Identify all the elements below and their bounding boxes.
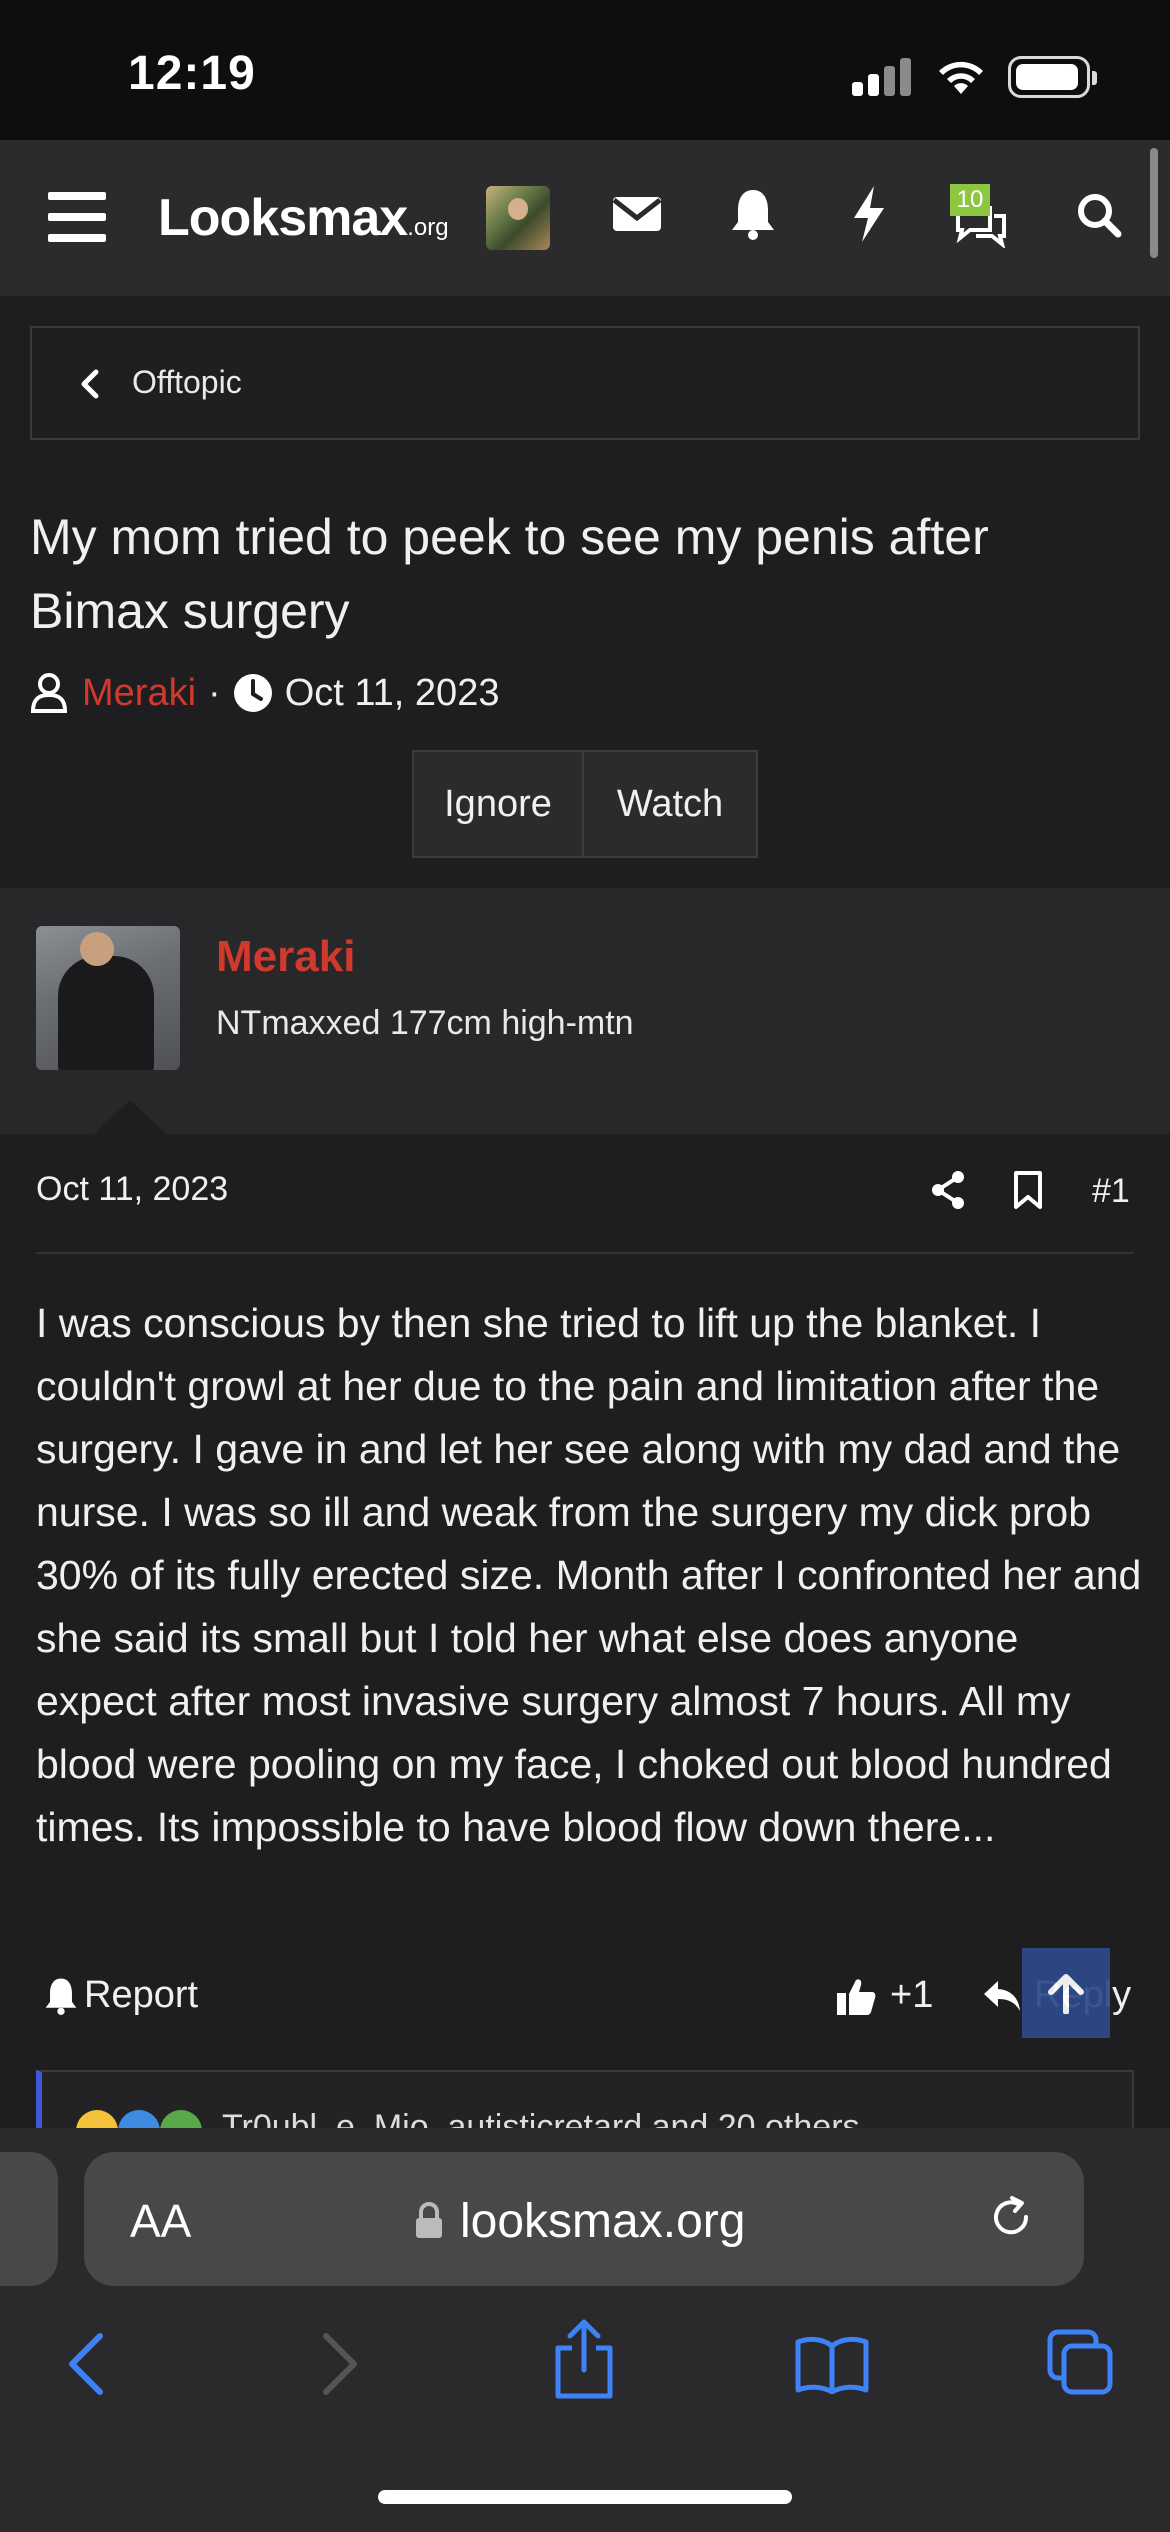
thumbs-up-icon [837, 1978, 876, 2015]
report-label: Report [84, 1974, 199, 2016]
scroll-to-top-button[interactable] [1022, 1948, 1110, 2038]
chevron-left-icon [81, 369, 99, 399]
post-divider [36, 1252, 1134, 1254]
post-user-block: Meraki NTmaxxed 177cm high-mtn [0, 888, 1170, 1134]
tabs-icon[interactable] [1046, 2328, 1114, 2396]
arrow-up-icon [1048, 1974, 1084, 2014]
browser-bottom-bar: AA looksmax.org [0, 2128, 1170, 2532]
post-username[interactable]: Meraki [216, 932, 355, 982]
thread-meta: Meraki · Oct 11, 2023 [30, 668, 499, 718]
share-icon[interactable] [552, 2318, 616, 2400]
conversations-badge: 10 [950, 184, 990, 216]
logo-main: Looksmax [158, 189, 408, 247]
breadcrumb[interactable]: Offtopic [30, 326, 1140, 440]
clock-icon [233, 674, 272, 712]
post-body: I was conscious by then she tried to lif… [36, 1300, 1142, 1850]
thread-author-link[interactable]: Meraki [82, 672, 196, 715]
cellular-signal-icon [852, 58, 914, 96]
meta-separator: · [208, 671, 221, 714]
thread-title: My mom tried to peek to see my penis aft… [30, 509, 989, 639]
menu-icon[interactable] [48, 192, 106, 242]
thread-actions: Ignore Watch [412, 750, 758, 858]
share-icon[interactable] [930, 1170, 966, 1210]
thread-date[interactable]: Oct 11, 2023 [285, 672, 500, 715]
user-block-pointer [94, 1100, 166, 1134]
bookmark-icon[interactable] [1012, 1170, 1044, 1210]
reply-icon [984, 1980, 1020, 2011]
battery-icon [1008, 56, 1097, 98]
like-count: +1 [890, 1974, 934, 2016]
address-bar[interactable]: AA looksmax.org [84, 2152, 1084, 2286]
url-text: looksmax.org [460, 2195, 746, 2248]
post-date[interactable]: Oct 11, 2023 [36, 1170, 228, 1209]
watch-button[interactable]: Watch [584, 750, 758, 858]
status-time: 12:19 [128, 47, 256, 100]
forward-icon[interactable] [320, 2332, 360, 2396]
site-logo[interactable]: Looksmax.org [158, 188, 449, 248]
bell-icon [45, 1977, 77, 2015]
like-button[interactable]: +1 [836, 1974, 933, 2017]
back-icon[interactable] [66, 2332, 106, 2396]
user-avatar[interactable] [36, 926, 180, 1070]
bell-icon[interactable] [730, 188, 776, 240]
lightning-icon[interactable] [852, 186, 886, 242]
user-icon [30, 673, 68, 713]
previous-tab-preview[interactable] [0, 2152, 58, 2286]
lock-icon [416, 2202, 442, 2238]
search-icon[interactable] [1076, 192, 1122, 238]
wifi-icon [939, 61, 983, 94]
site-header: Looksmax.org 10 [0, 140, 1170, 296]
reader-options-button[interactable]: AA [130, 2194, 191, 2248]
account-avatar[interactable] [486, 186, 550, 250]
page-scrollbar[interactable] [1150, 148, 1158, 258]
report-button[interactable]: Report [44, 1974, 198, 2017]
breadcrumb-label: Offtopic [132, 364, 242, 400]
bookmarks-icon[interactable] [794, 2334, 870, 2394]
home-indicator[interactable] [378, 2490, 792, 2504]
ignore-button[interactable]: Ignore [412, 750, 584, 858]
user-title: NTmaxxed 177cm high-mtn [216, 1004, 634, 1042]
status-bar: 12:19 [0, 0, 1170, 140]
logo-suffix: .org [407, 214, 449, 241]
post-number[interactable]: #1 [1092, 1172, 1130, 1211]
mail-icon[interactable] [612, 194, 662, 234]
reload-icon[interactable] [988, 2194, 1034, 2240]
